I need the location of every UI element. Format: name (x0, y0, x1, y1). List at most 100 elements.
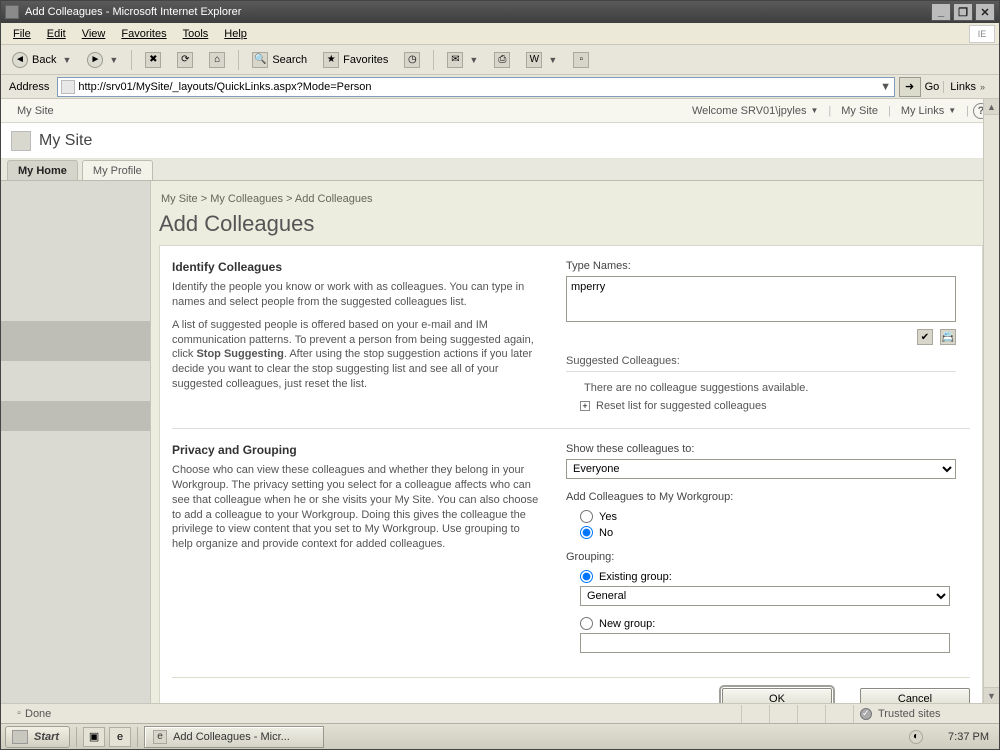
dropdown-icon[interactable]: ▼ (107, 55, 118, 65)
type-names-label: Type Names: (566, 260, 970, 276)
addressbar: Address ▼ ➜ Go Links » (1, 75, 999, 99)
system-tray: ◐ 7:37 PM (909, 730, 995, 744)
print-button[interactable]: ⎙ (487, 49, 517, 71)
workgroup-yes-label: Yes (599, 511, 617, 523)
form-page: My Site > My Colleagues > Add Colleagues… (151, 181, 999, 703)
dropdown-icon[interactable]: ▼ (60, 55, 71, 65)
scroll-up-icon[interactable]: ▲ (984, 99, 999, 115)
favorites-button[interactable]: ★Favorites (316, 49, 395, 71)
menu-favorites[interactable]: Favorites (113, 26, 174, 42)
trusted-sites-icon (860, 708, 872, 720)
menu-tools[interactable]: Tools (175, 26, 217, 42)
maximize-button[interactable]: ❐ (953, 3, 973, 21)
status-text: ▫ Done (7, 705, 741, 723)
welcome-menu[interactable]: Welcome SRV01\jpyles▼ (686, 105, 824, 117)
workgroup-no-radio[interactable] (580, 526, 593, 539)
address-field-wrap[interactable]: ▼ (57, 77, 894, 97)
close-button[interactable]: ✕ (975, 3, 995, 21)
ok-button[interactable]: OK (722, 688, 832, 703)
tab-my-profile[interactable]: My Profile (82, 160, 153, 180)
toolbar: ◄ Back ▼ ► ▼ ✖ ⟳ ⌂ 🔍Search ★Favorites ◷ … (1, 45, 999, 75)
address-dropdown-icon[interactable]: ▼ (878, 81, 894, 93)
tray-icon[interactable]: ◐ (909, 730, 923, 744)
search-label: Search (272, 54, 307, 66)
new-group-label: New group: (599, 618, 655, 630)
ie-icon: e (153, 730, 167, 744)
back-icon: ◄ (12, 52, 28, 68)
titlebar: Add Colleagues - Microsoft Internet Expl… (1, 1, 999, 23)
edit-button[interactable]: W▼ (519, 49, 564, 71)
favorites-label: Favorites (343, 54, 388, 66)
section-privacy: Privacy and Grouping Choose who can view… (172, 428, 970, 669)
section-heading: Privacy and Grouping (172, 443, 542, 463)
address-input[interactable] (78, 78, 877, 96)
ie-icon (5, 5, 19, 19)
vertical-scrollbar[interactable]: ▲ ▼ (983, 99, 999, 703)
existing-group-select[interactable]: General (580, 586, 950, 606)
back-label: Back (32, 54, 56, 66)
reset-suggestions-link[interactable]: Reset list for suggested colleagues (596, 400, 767, 412)
links-label: Links (950, 81, 976, 93)
menu-view[interactable]: View (74, 26, 114, 42)
statusbar: ▫ Done Trusted sites (1, 703, 999, 723)
breadcrumb[interactable]: My Site > My Colleagues > Add Colleagues (159, 189, 983, 211)
go-button[interactable]: ➜ (899, 77, 921, 97)
new-group-radio[interactable] (580, 617, 593, 630)
existing-group-label: Existing group: (599, 571, 672, 583)
menu-help[interactable]: Help (216, 26, 255, 42)
cancel-button[interactable]: Cancel (860, 688, 970, 703)
minimize-button[interactable]: _ (931, 3, 951, 21)
tab-my-home[interactable]: My Home (7, 160, 78, 180)
taskbar: Start ▣ e e Add Colleagues - Micr... ◐ 7… (1, 723, 999, 749)
mail-icon: ✉ (447, 52, 463, 68)
main-area: My Site > My Colleagues > Add Colleagues… (1, 181, 999, 703)
expand-icon[interactable]: + (580, 401, 590, 411)
menubar: File Edit View Favorites Tools Help IE (1, 23, 999, 45)
clock[interactable]: 7:37 PM (931, 731, 989, 743)
site-root-link[interactable]: My Site (11, 105, 60, 117)
scroll-down-icon[interactable]: ▼ (984, 687, 999, 703)
window-title: Add Colleagues - Microsoft Internet Expl… (25, 6, 929, 18)
back-button[interactable]: ◄ Back ▼ (5, 49, 78, 71)
suggested-colleagues-label: Suggested Colleagues: (566, 345, 956, 372)
mysite-link[interactable]: My Site (835, 105, 884, 117)
section-description: Identify the people you know or work wit… (172, 280, 542, 392)
existing-group-radio[interactable] (580, 570, 593, 583)
show-to-select[interactable]: Everyone (566, 459, 956, 479)
search-button[interactable]: 🔍Search (245, 49, 314, 71)
mail-button[interactable]: ✉▼ (440, 49, 485, 71)
page-title: Add Colleagues (159, 211, 983, 245)
home-button[interactable]: ⌂ (202, 49, 232, 71)
quicklaunch-desktop-icon[interactable]: ▣ (83, 727, 105, 747)
check-names-icon[interactable]: ✔ (917, 329, 933, 345)
stop-icon: ✖ (145, 52, 161, 68)
history-button[interactable]: ◷ (397, 49, 427, 71)
menu-edit[interactable]: Edit (39, 26, 74, 42)
history-icon: ◷ (404, 52, 420, 68)
section-description: Choose who can view these colleagues and… (172, 463, 542, 552)
discuss-button[interactable]: ▫ (566, 49, 596, 71)
browse-people-icon[interactable]: 📇 (940, 329, 956, 345)
windows-flag-icon (12, 730, 28, 744)
quicklaunch-ie-icon[interactable]: e (109, 727, 131, 747)
menu-file[interactable]: File (5, 26, 39, 42)
dropdown-icon[interactable]: ▼ (546, 55, 557, 65)
workgroup-yes-radio[interactable] (580, 510, 593, 523)
type-names-input[interactable]: mperry (566, 276, 956, 322)
show-to-label: Show these colleagues to: (566, 443, 970, 459)
section-heading: Identify Colleagues (172, 260, 542, 280)
grouping-label: Grouping: (566, 551, 970, 567)
stop-button[interactable]: ✖ (138, 49, 168, 71)
new-group-input[interactable] (580, 633, 950, 653)
dropdown-icon[interactable]: ▼ (467, 55, 478, 65)
chevron-right-icon: » (980, 82, 985, 92)
workgroup-no-label: No (599, 527, 613, 539)
mylinks-menu[interactable]: My Links▼ (895, 105, 962, 117)
refresh-button[interactable]: ⟳ (170, 49, 200, 71)
links-toolbar[interactable]: Links » (943, 81, 995, 93)
taskbar-button[interactable]: e Add Colleagues - Micr... (144, 726, 324, 748)
start-button[interactable]: Start (5, 726, 70, 748)
forward-button[interactable]: ► ▼ (80, 49, 125, 71)
site-title: My Site (39, 132, 92, 150)
no-suggestions-text: There are no colleague suggestions avail… (566, 380, 970, 400)
